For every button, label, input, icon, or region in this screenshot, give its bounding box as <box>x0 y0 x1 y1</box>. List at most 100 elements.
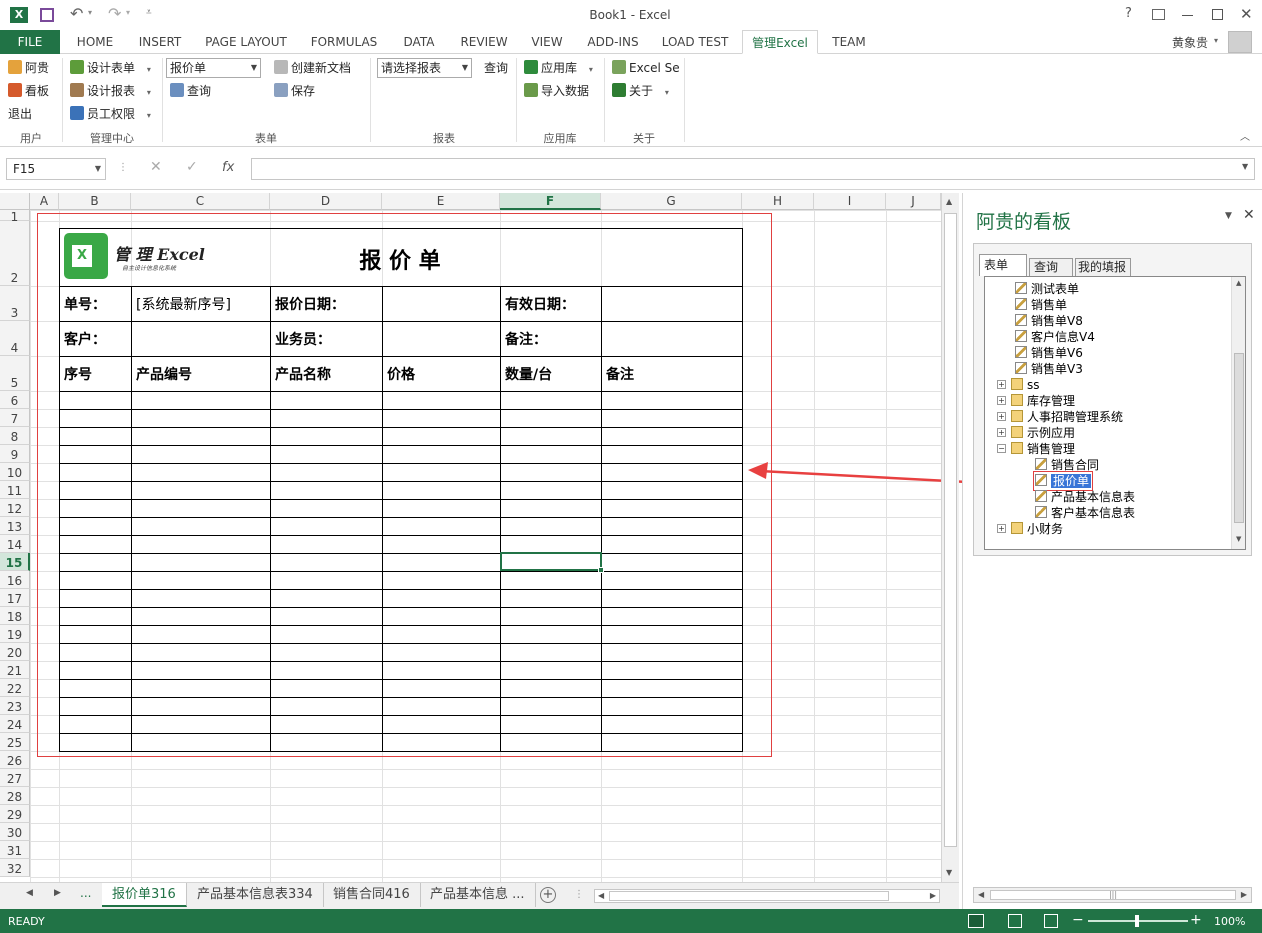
row-header-22[interactable]: 22 <box>0 679 30 697</box>
row-header-26[interactable]: 26 <box>0 751 30 769</box>
tab-data[interactable]: DATA <box>394 30 444 54</box>
redo-icon[interactable]: ↷ <box>108 4 121 23</box>
tree-item[interactable]: 测试表单 <box>1015 281 1079 297</box>
column-header-F[interactable]: F <box>500 193 601 210</box>
column-header-B[interactable]: B <box>59 193 131 210</box>
row-header-9[interactable]: 9 <box>0 445 30 463</box>
expand-icon[interactable]: + <box>997 412 1006 421</box>
save-icon[interactable] <box>40 8 54 22</box>
tree-item[interactable]: 产品基本信息表 <box>1035 489 1135 505</box>
tab-file[interactable]: FILE <box>0 30 60 54</box>
scroll-up-icon[interactable]: ▲ <box>946 197 952 206</box>
maximize-icon[interactable] <box>1212 9 1223 20</box>
pane-hscrollbar[interactable]: ◀ ||| ▶ <box>973 887 1252 903</box>
zoom-level[interactable]: 100% <box>1214 915 1245 928</box>
form-query-button[interactable]: 查询 <box>170 81 211 101</box>
tree-item[interactable]: 示例应用 <box>1011 425 1075 441</box>
expand-icon[interactable]: + <box>997 428 1006 437</box>
help-icon[interactable]: ? <box>1125 6 1132 21</box>
row-header-20[interactable]: 20 <box>0 643 30 661</box>
customize-qat-icon[interactable]: ⩡ <box>146 7 152 18</box>
row-header-18[interactable]: 18 <box>0 607 30 625</box>
tree-item[interactable]: 小财务 <box>1011 521 1063 537</box>
select-all-corner[interactable] <box>0 193 30 210</box>
tab-view[interactable]: VIEW <box>524 30 570 54</box>
row-header-13[interactable]: 13 <box>0 517 30 535</box>
expand-formula-icon[interactable]: ▼ <box>1242 162 1248 171</box>
row-header-3[interactable]: 3 <box>0 286 30 321</box>
worksheet-grid[interactable]: ABCDEFGHIJ 1 2 3 4 5 6 7 8 9 10 11 12 13 14 15 16 17 18 19… <box>0 193 941 882</box>
scroll-thumb-h[interactable] <box>609 891 889 901</box>
tree-item[interactable]: ss <box>1011 377 1040 393</box>
create-document-button[interactable]: 创建新文档 <box>274 58 351 78</box>
row-header-11[interactable]: 11 <box>0 481 30 499</box>
design-form-button[interactable]: 设计表单 ▾ <box>70 58 151 78</box>
row-header-27[interactable]: 27 <box>0 769 30 787</box>
row-header-16[interactable]: 16 <box>0 571 30 589</box>
sheet-tab-sales-contract[interactable]: 销售合同416 <box>323 883 421 907</box>
enter-icon[interactable]: ✓ <box>186 159 198 175</box>
excel-service-button[interactable]: Excel Se <box>612 58 680 78</box>
row-header-4[interactable]: 4 <box>0 321 30 356</box>
zoom-out-icon[interactable]: − <box>1072 912 1084 928</box>
tab-formulas[interactable]: FORMULAS <box>302 30 386 54</box>
page-break-view-icon[interactable] <box>1044 914 1058 928</box>
add-sheet-icon[interactable]: + <box>540 887 556 903</box>
tree-item[interactable]: 销售单 <box>1015 297 1067 313</box>
horizontal-scrollbar[interactable]: ◀ ▶ <box>594 889 940 903</box>
tree-item[interactable]: 销售单V8 <box>1015 313 1083 329</box>
row-header-6[interactable]: 6 <box>0 391 30 409</box>
tree-item[interactable]: 库存管理 <box>1011 393 1075 409</box>
column-header-A[interactable]: A <box>30 193 59 210</box>
column-header-D[interactable]: D <box>270 193 382 210</box>
page-layout-view-icon[interactable] <box>1008 914 1022 928</box>
staff-permission-button[interactable]: 员工权限 ▾ <box>70 104 151 124</box>
scroll-left-icon[interactable]: ◀ <box>598 891 604 900</box>
undo-dropdown-icon[interactable]: ▾ <box>88 8 92 17</box>
expand-icon[interactable]: + <box>997 524 1006 533</box>
pane-tab-query[interactable]: 查询 <box>1029 258 1073 276</box>
row-header-17[interactable]: 17 <box>0 589 30 607</box>
tree-item[interactable]: 销售管理 <box>1011 441 1075 457</box>
sheet-tab-product-info-2[interactable]: 产品基本信息 ... <box>420 883 536 907</box>
redo-dropdown-icon[interactable]: ▾ <box>126 8 130 17</box>
zoom-in-icon[interactable]: + <box>1190 912 1202 928</box>
tree-item[interactable]: 销售单V3 <box>1015 361 1083 377</box>
avatar[interactable] <box>1228 31 1252 53</box>
ribbon-display-icon[interactable] <box>1152 9 1165 20</box>
formula-input[interactable] <box>251 158 1255 180</box>
tab-manage-excel[interactable]: 管理Excel <box>742 30 818 54</box>
scroll-down-icon[interactable]: ▼ <box>946 868 952 877</box>
row-header-5[interactable]: 5 <box>0 356 30 391</box>
selected-cell[interactable] <box>500 552 602 571</box>
tree-item[interactable]: 客户信息V4 <box>1015 329 1095 345</box>
row-header-12[interactable]: 12 <box>0 499 30 517</box>
report-select[interactable]: 请选择报表 ▼ <box>377 58 472 78</box>
sheet-tab-quote[interactable]: 报价单316 <box>102 883 187 907</box>
tab-review[interactable]: REVIEW <box>452 30 516 54</box>
column-header-E[interactable]: E <box>382 193 500 210</box>
row-header-15[interactable]: 15 <box>0 553 30 571</box>
pane-tab-form[interactable]: 表单 <box>979 254 1027 276</box>
zoom-slider-thumb[interactable] <box>1135 915 1139 927</box>
column-header-H[interactable]: H <box>742 193 814 210</box>
row-header-21[interactable]: 21 <box>0 661 30 679</box>
row-header-32[interactable]: 32 <box>0 859 30 877</box>
row-header-7[interactable]: 7 <box>0 409 30 427</box>
row-header-14[interactable]: 14 <box>0 535 30 553</box>
row-header-8[interactable]: 8 <box>0 427 30 445</box>
user-name[interactable]: 黄象贵 <box>1172 34 1208 51</box>
report-query-button[interactable]: 查询 <box>484 58 508 78</box>
tree-view[interactable]: 测试表单 销售单 销售单V8 客户信息V4 销售单V6 销售单V3 ss + 库存管理 + 人事招聘… <box>984 276 1246 550</box>
close-icon[interactable]: ✕ <box>1240 5 1253 23</box>
row-header-30[interactable]: 30 <box>0 823 30 841</box>
form-select[interactable]: 报价单 ▼ <box>166 58 261 78</box>
tree-item[interactable]: 销售合同 <box>1035 457 1099 473</box>
scroll-left-icon[interactable]: ◀ <box>978 890 984 899</box>
sheet-tab-product-info[interactable]: 产品基本信息表334 <box>187 883 324 907</box>
pane-close-icon[interactable]: ✕ <box>1243 207 1255 223</box>
row-header-19[interactable]: 19 <box>0 625 30 643</box>
pane-tab-my-submissions[interactable]: 我的填报 <box>1075 258 1131 276</box>
row-header-1[interactable]: 1 <box>0 210 30 224</box>
user-dropdown-icon[interactable]: ▾ <box>1214 36 1218 45</box>
